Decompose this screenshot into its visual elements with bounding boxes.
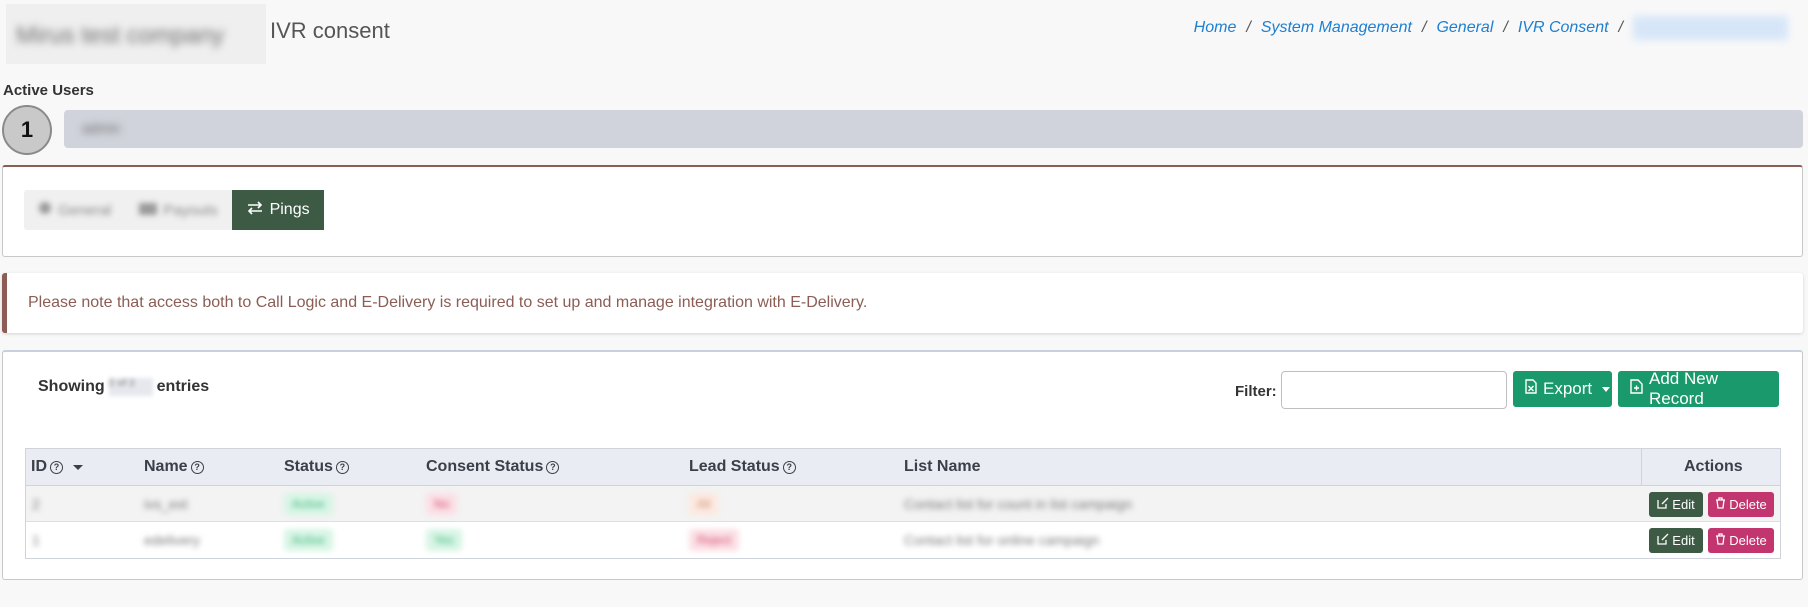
breadcrumb-ivr-consent[interactable]: IVR Consent <box>1518 19 1609 37</box>
page-title: IVR consent <box>270 18 390 43</box>
tab-general[interactable]: General <box>24 190 125 230</box>
breadcrumb-system-management[interactable]: System Management <box>1261 19 1412 37</box>
records-panel: Showing 2 of 2 entries Filter: Export Ad… <box>2 350 1803 580</box>
breadcrumb: Home / System Management / General / IVR… <box>1194 16 1788 40</box>
column-header-id[interactable]: ID ? <box>31 458 83 476</box>
lead-status-badge: All <box>689 493 719 515</box>
status-badge: Active <box>284 529 333 551</box>
breadcrumb-general[interactable]: General <box>1436 19 1493 37</box>
help-icon[interactable]: ? <box>190 460 204 474</box>
trash-icon <box>1715 533 1729 548</box>
active-user-count-badge: 1 <box>2 105 52 155</box>
tab-pings[interactable]: Pings <box>231 190 324 230</box>
edit-button[interactable]: Edit <box>1649 528 1703 553</box>
excel-file-icon <box>1525 379 1543 399</box>
delete-button[interactable]: Delete <box>1708 528 1774 553</box>
chevron-down-icon <box>1602 386 1611 392</box>
delete-label: Delete <box>1729 497 1767 512</box>
tab-bar: General Payouts Pings <box>24 190 324 230</box>
active-user-name: admin <box>82 120 121 136</box>
cell-list-name: Contact list for count in list campaign <box>904 496 1132 512</box>
notice-text: Please note that access both to Call Log… <box>28 294 868 311</box>
company-logo: Mirus test company <box>6 4 266 64</box>
showing-suffix: entries <box>156 378 210 395</box>
help-icon[interactable]: ? <box>50 460 63 474</box>
integration-notice: Please note that access both to Call Log… <box>2 273 1803 333</box>
export-button[interactable]: Export <box>1513 371 1612 407</box>
column-status-label: Status <box>284 458 333 475</box>
column-id-label: ID <box>31 458 47 475</box>
tabs-panel: General Payouts Pings <box>2 165 1803 257</box>
help-icon[interactable]: ? <box>546 460 560 474</box>
help-icon[interactable]: ? <box>782 460 796 474</box>
page-header: Mirus test company IVR consent Home / Sy… <box>0 0 1808 66</box>
trash-icon <box>1715 497 1729 512</box>
tab-payouts-label: Payouts <box>163 201 218 219</box>
edit-label: Edit <box>1672 497 1695 512</box>
consent-status-badge: Yes <box>426 529 462 551</box>
add-new-record-button[interactable]: Add New Record <box>1618 369 1779 408</box>
tab-payouts[interactable]: Payouts <box>125 190 231 230</box>
column-lead-status-label: Lead Status <box>689 458 780 475</box>
edit-icon <box>1657 497 1672 512</box>
breadcrumb-home[interactable]: Home <box>1194 19 1237 37</box>
money-icon <box>139 202 163 219</box>
edit-button[interactable]: Edit <box>1649 492 1703 517</box>
column-header-actions: Actions <box>1684 458 1743 476</box>
consent-status-badge: No <box>426 493 458 515</box>
records-table: ID ? Name ? Status ? Consent Status ? Le… <box>25 448 1781 559</box>
active-users-label: Active Users <box>3 82 94 99</box>
tab-pings-label: Pings <box>269 201 310 218</box>
column-list-name-label: List Name <box>904 458 981 475</box>
showing-count: 2 of 2 <box>108 378 153 396</box>
delete-label: Delete <box>1729 533 1767 548</box>
table-row: 1 edelivery Active Yes Reject Contact li… <box>26 522 1780 558</box>
export-label: Export <box>1543 379 1593 398</box>
showing-entries: Showing 2 of 2 entries <box>38 378 209 396</box>
breadcrumb-separator: / <box>1422 19 1427 36</box>
column-header-name[interactable]: Name ? <box>144 458 204 476</box>
column-header-status[interactable]: Status ? <box>284 458 349 476</box>
column-header-lead-status[interactable]: Lead Status ? <box>689 458 796 476</box>
column-actions-label: Actions <box>1684 458 1743 475</box>
edit-label: Edit <box>1672 533 1695 548</box>
file-plus-icon <box>1630 379 1649 399</box>
column-header-list-name[interactable]: List Name <box>904 458 980 476</box>
status-badge: Active <box>284 493 333 515</box>
cell-id: 2 <box>32 496 40 512</box>
add-new-record-label: Add New Record <box>1649 369 1718 408</box>
column-name-label: Name <box>144 458 188 475</box>
lead-status-badge: Reject <box>689 529 740 551</box>
cell-id: 1 <box>32 532 40 548</box>
column-divider <box>1641 449 1642 486</box>
breadcrumb-separator: / <box>1503 19 1508 36</box>
table-row: 2 ivs_ext Active No All Contact list for… <box>26 486 1780 522</box>
company-name: Mirus test company <box>16 22 225 49</box>
delete-button[interactable]: Delete <box>1708 492 1774 517</box>
gear-icon <box>38 201 58 219</box>
tab-general-label: General <box>58 201 112 219</box>
breadcrumb-separator: / <box>1246 19 1251 36</box>
sort-desc-icon[interactable] <box>73 464 83 470</box>
filter-input[interactable] <box>1281 371 1507 409</box>
cell-list-name: Contact list for online campaign <box>904 532 1100 548</box>
column-consent-status-label: Consent Status <box>426 458 544 475</box>
column-header-consent-status[interactable]: Consent Status ? <box>426 458 560 476</box>
filter-label: Filter: <box>1235 383 1277 400</box>
table-header: ID ? Name ? Status ? Consent Status ? Le… <box>26 449 1780 486</box>
cell-name: ivs_ext <box>144 496 188 512</box>
showing-prefix: Showing <box>38 378 105 395</box>
breadcrumb-current <box>1633 16 1788 40</box>
breadcrumb-separator: / <box>1618 19 1623 36</box>
exchange-arrows-icon <box>246 200 270 220</box>
active-user-bar: admin <box>64 110 1803 148</box>
edit-icon <box>1657 533 1672 548</box>
help-icon[interactable]: ? <box>335 460 349 474</box>
cell-name: edelivery <box>144 532 201 548</box>
